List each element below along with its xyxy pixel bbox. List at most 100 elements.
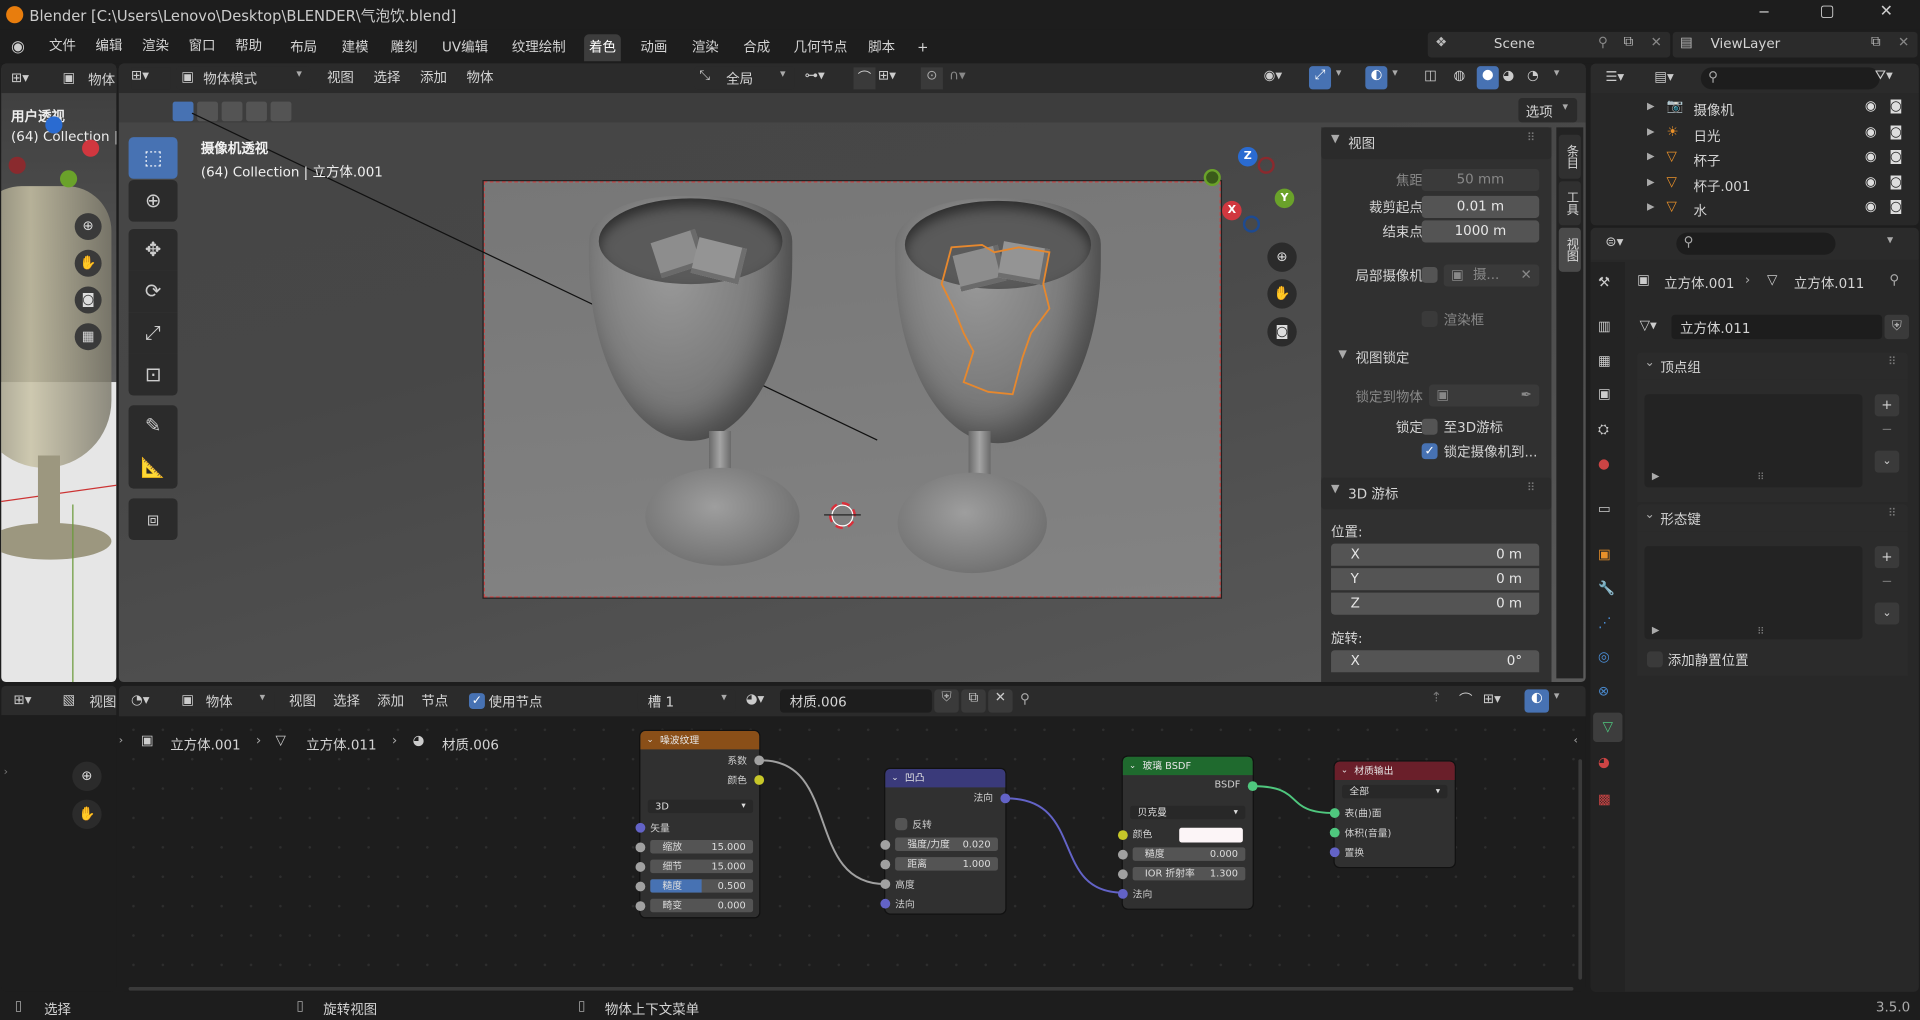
expand-sidebar-icon[interactable]: › [4, 767, 8, 779]
new-scene-icon[interactable]: ⧉ [1624, 33, 1634, 50]
zoom-icon[interactable]: ⊕ [1267, 242, 1297, 272]
node-noise-texture[interactable]: ⌄ 噪波纹理 系数 颜色 3D ▾ 矢量 缩放 15.000 细节 15.000… [635, 731, 765, 918]
bump-distance-field[interactable]: 距离 1.000 [895, 857, 998, 871]
shading-rendered-icon[interactable]: ◔ [1527, 67, 1539, 83]
minimize-button[interactable]: ─ [1760, 4, 1769, 21]
workspace-tab-0[interactable]: 布局 [285, 34, 322, 61]
node-material-output[interactable]: ⌄ 材质输出 全部 ▾ 表(曲)面 体积(音量) 置换 [1329, 761, 1455, 867]
outliner-row[interactable]: ▶ ▽ 杯子.001 ◉ ◙ [1591, 171, 1919, 195]
section-view-header[interactable]: ▼ 视图 ⠿ [1321, 127, 1552, 160]
shading-material-icon[interactable]: ◕ [1502, 67, 1514, 83]
lock-camera-checkbox[interactable]: ✓ [1421, 443, 1438, 460]
outliner-row[interactable]: ▶ ☀ 日光 ◉ ◙ [1591, 121, 1919, 145]
workspace-tab-1[interactable]: 建模 [337, 34, 374, 61]
add-workspace-button[interactable]: + [912, 34, 933, 61]
workspace-tab-8[interactable]: 合成 [738, 34, 775, 61]
close-button[interactable]: ✕ [1880, 2, 1893, 20]
zoom-icon[interactable]: ⊕ [74, 213, 102, 241]
viewport-menu-select[interactable]: 选择 [364, 66, 411, 89]
tab-view[interactable]: 视图 [1558, 227, 1581, 272]
focal-field[interactable]: 50 mm [1421, 168, 1540, 192]
workspace-tab-6[interactable]: 动画 [636, 34, 673, 61]
node-bump[interactable]: ⌄ 凹凸 法向 反转 强度/力度 0.020 距离 1.000 高度 法向 [880, 768, 1011, 914]
render-visibility-icon[interactable]: ◙ [1889, 123, 1902, 139]
select-mode-new-icon[interactable] [172, 101, 194, 122]
expand-arrow-icon[interactable]: ▶ [1647, 100, 1655, 111]
render-region-checkbox[interactable] [1421, 311, 1438, 327]
eyedropper-icon[interactable]: ✒ [1521, 384, 1532, 406]
view-layer-selector[interactable]: ▤ ViewLayer ⧉ ✕ [1672, 31, 1918, 58]
nav-gizmo-z-icon[interactable]: Z [1237, 146, 1258, 167]
eye-icon[interactable]: ◉ [1865, 148, 1877, 164]
socket-glass-roughness[interactable] [1117, 849, 1128, 860]
workspace-tab-7[interactable]: 渲染 [687, 34, 724, 61]
outliner-search[interactable]: ⚲ [1700, 67, 1880, 90]
nav-gizmo-neg-y-icon[interactable] [1203, 168, 1221, 187]
scene-selector[interactable]: ❖ Scene ⚲ ⧉ ✕ [1427, 31, 1671, 58]
shading-wireframe-icon[interactable]: ◍ [1453, 67, 1465, 83]
left-viewport[interactable]: ⊞▾ ▣ 物体 用户透视 (64) Collection | ⊕ ✋ ◙ ▦ [1, 63, 117, 683]
ortho-grid-icon[interactable]: ▦ [74, 323, 102, 351]
proportional-edit-icon[interactable]: ⊙ [920, 67, 943, 90]
outliner-row[interactable]: ▶ ▽ 杯子 ◉ ◙ [1591, 146, 1919, 170]
gizmo-toggle-icon[interactable]: ⤢ [1308, 66, 1332, 90]
tool-scale[interactable]: ⤢ [128, 312, 178, 354]
eye-icon[interactable]: ◉ [1865, 198, 1877, 214]
outliner-search-input[interactable] [1727, 68, 1873, 89]
glass-color-swatch[interactable] [1179, 827, 1243, 843]
new-view-layer-icon[interactable]: ⧉ [1871, 33, 1881, 50]
drag-handle-icon[interactable]: ⠿ [1527, 482, 1535, 494]
collapse-icon[interactable]: ⌄ [1341, 762, 1348, 780]
pan-icon[interactable]: ✋ [74, 249, 102, 277]
select-mode-invert-icon[interactable] [246, 101, 267, 122]
tool-measure[interactable]: 📐 [128, 446, 178, 489]
drag-handle-icon[interactable]: ⠿ [1527, 132, 1535, 144]
select-mode-subtract-icon[interactable] [221, 101, 243, 122]
socket-noise-vector[interactable] [635, 822, 646, 833]
collapse-icon[interactable]: ⌄ [891, 769, 898, 787]
render-visibility-icon[interactable]: ◙ [1889, 98, 1902, 114]
node-glass-header[interactable]: ⌄ 玻璃 BSDF [1122, 756, 1253, 776]
cursor-y-field[interactable]: Y 0 m [1331, 568, 1540, 591]
pan-icon[interactable]: ✋ [1267, 279, 1297, 309]
local-camera-checkbox[interactable] [1421, 266, 1438, 283]
socket-noise-detail[interactable] [635, 862, 646, 872]
delete-view-layer-icon[interactable]: ✕ [1898, 34, 1909, 50]
noise-roughness-field[interactable]: 糙度 0.500 [650, 879, 754, 893]
snap-icon[interactable]: ⌒ [853, 67, 876, 90]
node-output-header[interactable]: ⌄ 材质输出 [1334, 761, 1455, 781]
pin-icon[interactable]: ⚲ [1598, 34, 1608, 50]
noise-distortion-field[interactable]: 畸变 0.000 [650, 898, 754, 913]
editor-type-icon[interactable]: ⊞▾ [11, 70, 29, 86]
options-button[interactable]: 选项 ▾ [1518, 97, 1578, 123]
expand-arrow-icon[interactable]: ▶ [1647, 126, 1655, 137]
xray-icon[interactable]: ◫ [1424, 67, 1437, 83]
tab-tool[interactable]: 工具 [1558, 181, 1581, 226]
eye-icon[interactable]: ◉ [1865, 123, 1877, 139]
socket-glass-bsdf[interactable] [1247, 781, 1258, 792]
socket-noise-fac[interactable] [754, 755, 765, 766]
overlay-toggle-icon[interactable]: ◐ [1365, 66, 1388, 90]
section-view-lock-header[interactable]: ▼ 视图锁定 [1331, 343, 1551, 372]
expand-arrow-icon[interactable]: ▶ [1647, 201, 1655, 212]
output-target-dropdown[interactable]: 全部 ▾ [1342, 784, 1448, 799]
transform-orientation-dropdown[interactable]: ⤡ 全局 ▾ [694, 66, 795, 90]
expand-arrow-icon[interactable]: ▶ [1647, 151, 1655, 162]
eye-icon[interactable]: ◉ [1865, 98, 1877, 114]
overlay-dropdown-icon[interactable]: ▾ [1392, 67, 1398, 79]
camera-view-icon[interactable]: ◙ [74, 286, 102, 314]
node-editor[interactable]: ◔▾ ▣ 物体 ▾ 视图 选择 添加 节点 ✓ 使用节点 槽 1 ▾ ◕▾ 材质… [118, 685, 1586, 992]
outliner-row[interactable]: ▶ ▽ 水 ◉ ◙ [1591, 196, 1919, 220]
socket-glass-color[interactable] [1117, 830, 1128, 841]
tool-add-cube[interactable]: ⧈ [128, 498, 178, 541]
socket-bump-height[interactable] [880, 879, 891, 889]
visibility-icon[interactable]: ◉▾ [1264, 67, 1283, 83]
collapse-icon[interactable]: ⌄ [647, 731, 654, 749]
glass-ior-field[interactable]: IOR 折射率 1.300 [1132, 866, 1246, 881]
tool-select-box[interactable]: ⬚ [128, 137, 178, 179]
nav-gizmo-x-icon[interactable]: X [1222, 200, 1242, 221]
socket-glass-ior[interactable] [1117, 869, 1128, 880]
expand-arrow-icon[interactable]: ▶ [1647, 176, 1655, 187]
tool-annotate[interactable]: ✎ [128, 405, 178, 447]
workspace-tab-9[interactable]: 几何节点 [789, 34, 853, 61]
